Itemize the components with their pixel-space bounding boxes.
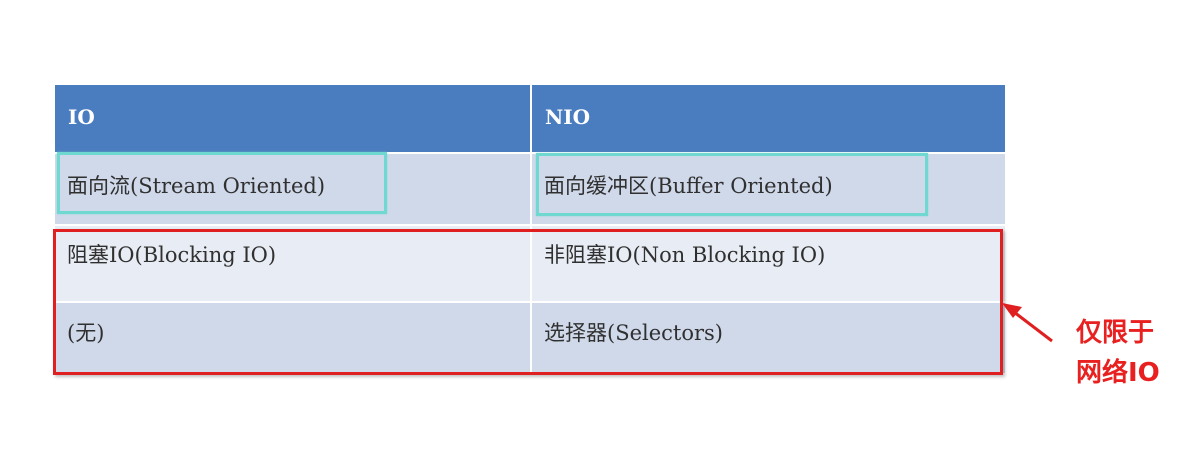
annotation-line-1: 仅限于: [1076, 318, 1155, 348]
annotation-label: 仅限于 网络IO: [1076, 313, 1160, 393]
annotation-line-2: 网络IO: [1076, 358, 1160, 388]
arrow-icon: [1002, 303, 1053, 343]
